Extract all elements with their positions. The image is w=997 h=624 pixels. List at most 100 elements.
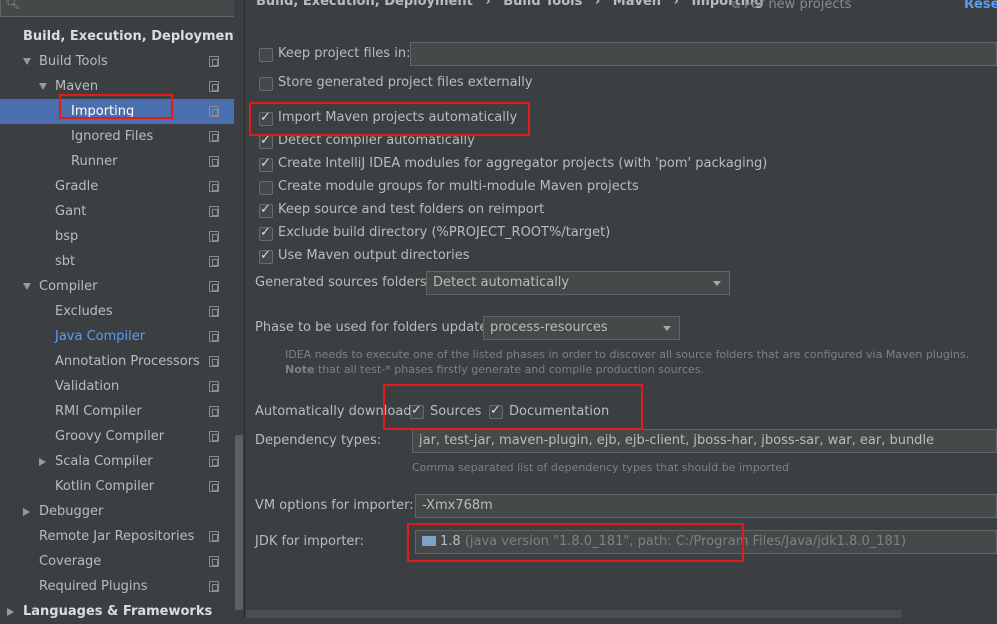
sidebar-item[interactable]: Java Compiler	[0, 324, 234, 349]
sidebar-item-label: Gradle	[55, 179, 99, 194]
option-checkbox[interactable]	[259, 110, 273, 126]
sidebar-item-label: Remote Jar Repositories	[39, 529, 195, 544]
option-checkbox-label: Create module groups for multi-module Ma…	[278, 179, 639, 194]
auto-download-label: Automatically download:	[255, 404, 416, 419]
sidebar-item[interactable]: Debugger	[0, 499, 234, 524]
sidebar-item[interactable]: Validation	[0, 374, 234, 399]
dependency-types-hint: Comma separated list of dependency types…	[412, 461, 790, 474]
sidebar-item-label: Importing	[71, 104, 135, 119]
keep-project-files-checkbox[interactable]	[259, 48, 273, 62]
sidebar-item[interactable]: Maven	[0, 74, 234, 99]
sidebar-item-label: bsp	[55, 229, 79, 244]
store-externally-checkbox[interactable]	[259, 77, 273, 91]
reset-link[interactable]: Reset	[964, 0, 997, 12]
sidebar-item[interactable]: Compiler	[0, 274, 234, 299]
sidebar-item[interactable]: Ignored Files	[0, 124, 234, 149]
phase-hint-line2: Note that all test-* phases firstly gene…	[285, 363, 704, 376]
project-settings-icon	[209, 231, 219, 242]
horizontal-scrollbar[interactable]	[246, 610, 902, 618]
option-checkbox[interactable]	[259, 248, 273, 264]
sidebar-item-label: Coverage	[39, 554, 102, 569]
sources-checkbox[interactable]	[410, 403, 424, 419]
sidebar-item[interactable]: Build, Execution, Deployment	[0, 24, 240, 49]
documentation-checkbox[interactable]	[489, 403, 503, 419]
chevron-down-icon[interactable]	[23, 283, 31, 290]
sidebar-item[interactable]: RMI Compiler	[0, 399, 234, 424]
sidebar-item[interactable]: Gradle	[0, 174, 234, 199]
chevron-right-icon[interactable]	[7, 608, 14, 616]
sidebar-item[interactable]: Importing	[0, 99, 234, 124]
sidebar-item[interactable]: Languages & Frameworks	[0, 599, 234, 624]
project-settings-icon	[209, 431, 219, 442]
sidebar-item[interactable]: Runner	[0, 149, 234, 174]
sidebar-item[interactable]: Kotlin Compiler	[0, 474, 234, 499]
chevron-right-icon[interactable]	[23, 508, 30, 516]
breadcrumb-item[interactable]: Build, Execution, Deployment	[256, 0, 473, 9]
jdk-select[interactable]: 1.8 (java version "1.8.0_181", path: C:/…	[415, 530, 997, 554]
sidebar-item[interactable]: Required Plugins	[0, 574, 234, 599]
option-checkbox-label: Use Maven output directories	[278, 248, 470, 263]
chevron-down-icon	[713, 281, 721, 286]
chevron-down-icon	[663, 326, 671, 331]
project-settings-icon	[209, 406, 219, 417]
sidebar-item[interactable]: Coverage	[0, 549, 234, 574]
option-checkbox-label: Import Maven projects automatically	[278, 110, 518, 125]
project-settings-icon	[209, 481, 219, 492]
sidebar-item[interactable]: Build Tools	[0, 49, 234, 74]
project-settings-icon	[209, 331, 219, 342]
settings-search-input[interactable]: 🔍︎	[0, 0, 236, 17]
sources-label: Sources	[430, 404, 482, 419]
jdk-detail: (java version "1.8.0_181", path: C:/Prog…	[464, 534, 907, 549]
sidebar-item[interactable]: Gant	[0, 199, 234, 224]
sidebar-item-label: Scala Compiler	[55, 454, 153, 469]
phase-hint-note: Note	[285, 363, 315, 376]
sidebar-scrollbar-thumb[interactable]	[235, 435, 243, 610]
jdk-version: 1.8	[440, 534, 461, 549]
breadcrumb-item[interactable]: Build Tools	[503, 0, 582, 9]
chevron-down-icon[interactable]	[39, 83, 47, 90]
option-checkbox[interactable]	[259, 156, 273, 172]
sidebar-item-label: Ignored Files	[71, 129, 154, 144]
option-checkbox[interactable]	[259, 202, 273, 218]
splitter[interactable]	[244, 0, 245, 618]
phase-hint-text: that all test-* phases firstly generate …	[314, 363, 704, 376]
sidebar-item[interactable]: sbt	[0, 249, 234, 274]
breadcrumb-separator: ›	[673, 0, 679, 9]
documentation-label: Documentation	[509, 404, 610, 419]
project-settings-icon	[209, 56, 219, 67]
sidebar-item[interactable]: Remote Jar Repositories	[0, 524, 234, 549]
sidebar-item-label: Runner	[71, 154, 118, 169]
option-checkbox[interactable]	[259, 225, 273, 241]
sidebar-item-label: Build Tools	[39, 54, 108, 69]
project-settings-icon	[209, 206, 219, 217]
sidebar-item[interactable]: Scala Compiler	[0, 449, 234, 474]
phase-select[interactable]: process-resources	[483, 316, 680, 340]
project-settings-icon	[209, 556, 219, 567]
sidebar-item-label: RMI Compiler	[55, 404, 142, 419]
keep-project-files-input[interactable]	[410, 42, 997, 66]
sidebar-item-label: Build, Execution, Deployment	[23, 29, 240, 44]
generated-sources-select[interactable]: Detect automatically	[426, 271, 730, 295]
breadcrumb-item[interactable]: Maven	[613, 0, 661, 9]
option-checkbox[interactable]	[259, 181, 273, 195]
breadcrumb: Build, Execution, Deployment › Build Too…	[256, 0, 764, 12]
option-checkbox[interactable]	[259, 133, 273, 149]
sidebar-item[interactable]: Groovy Compiler	[0, 424, 234, 449]
project-settings-icon	[209, 356, 219, 367]
sidebar-item-label: Required Plugins	[39, 579, 148, 594]
vm-options-input[interactable]: -Xmx768m	[415, 494, 997, 518]
sidebar-item[interactable]: bsp	[0, 224, 234, 249]
chevron-right-icon[interactable]	[39, 458, 46, 466]
dependency-types-input[interactable]: jar, test-jar, maven-plugin, ejb, ejb-cl…	[412, 429, 997, 453]
phase-hint-line1: IDEA needs to execute one of the listed …	[285, 348, 970, 361]
vm-options-label: VM options for importer:	[255, 498, 414, 513]
store-externally-label: Store generated project files externally	[278, 75, 533, 90]
dependency-types-label: Dependency types:	[255, 433, 382, 448]
project-settings-icon	[209, 281, 219, 292]
sidebar-item[interactable]: Excludes	[0, 299, 234, 324]
option-checkbox-label: Create IntelliJ IDEA modules for aggrega…	[278, 156, 768, 171]
chevron-down-icon[interactable]	[23, 58, 31, 65]
sidebar-item-label: Maven	[55, 79, 99, 94]
sidebar-item[interactable]: Annotation Processors	[0, 349, 234, 374]
sidebar-item-label: sbt	[55, 254, 76, 269]
